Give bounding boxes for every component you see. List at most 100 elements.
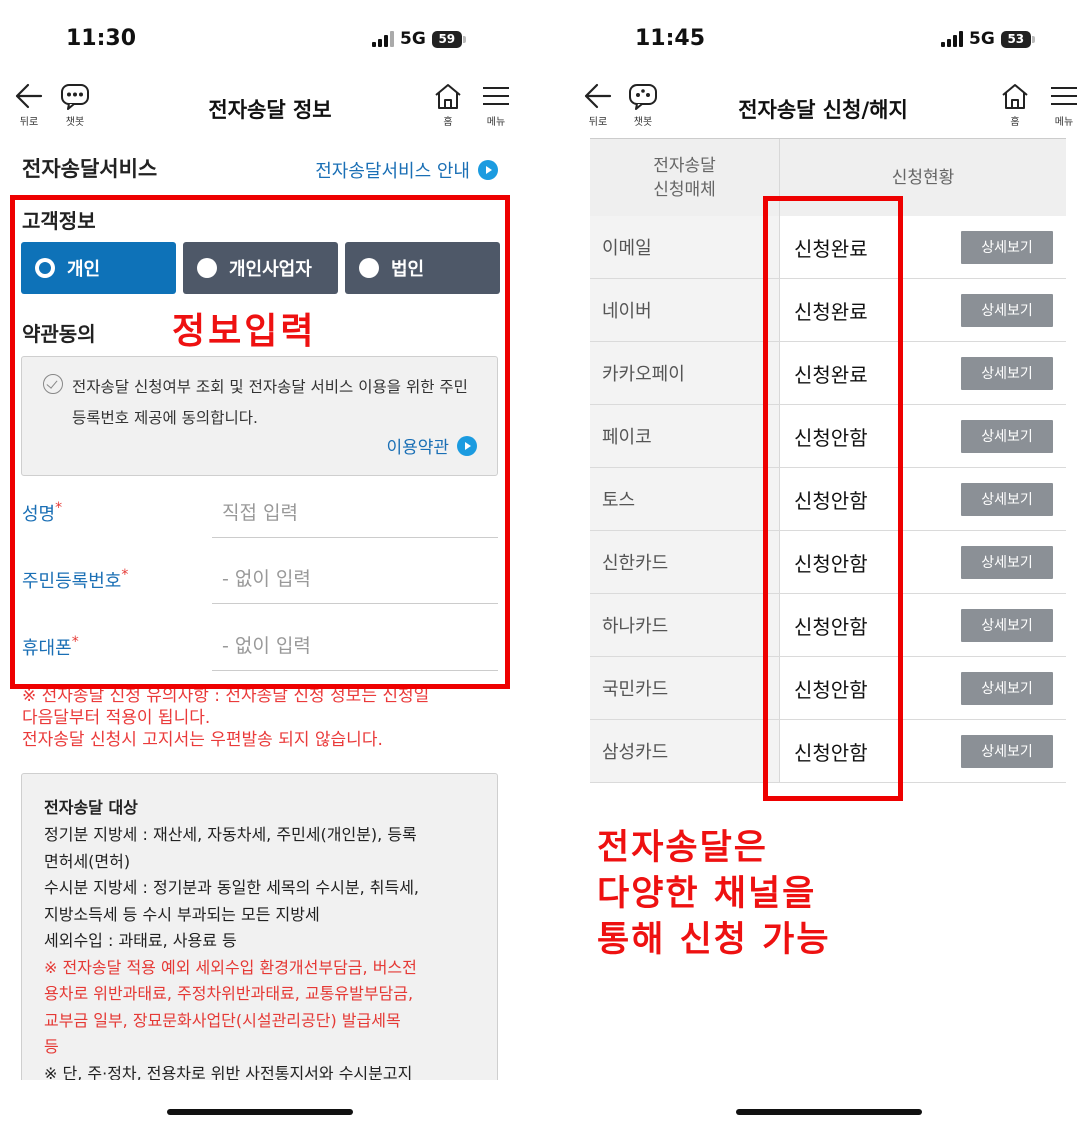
customer-type-sole-proprietor[interactable]: 개인사업자 (183, 242, 338, 294)
status-indicators: 5G 53 (941, 29, 1035, 49)
header-medium: 전자송달 신청매체 (590, 139, 780, 216)
customer-type-label: 법인 (391, 259, 425, 280)
check-circle-icon[interactable] (43, 374, 63, 394)
menu-button[interactable]: 메뉴 (481, 82, 511, 128)
detail-cell: 상세보기 (960, 216, 1066, 278)
battery-level: 53 (1007, 32, 1025, 46)
notice-line: 전자송달 신청시 고지서는 우편발송 되지 않습니다. (22, 730, 383, 750)
hamburger-menu-icon (1051, 87, 1077, 105)
chatbot-caption: 챗봇 (633, 117, 653, 128)
chatbot-icon (61, 84, 89, 110)
detail-cell: 상세보기 (960, 468, 1066, 530)
home-button[interactable]: 홈 (433, 82, 463, 128)
back-caption: 뒤로 (588, 117, 608, 128)
detail-button[interactable]: 상세보기 (961, 230, 1053, 264)
service-guide-link[interactable]: 전자송달서비스 안내 (315, 157, 498, 183)
channel-name: 네이버 (590, 279, 780, 341)
battery-icon: 59 (431, 30, 466, 48)
channel-status: 신청안함 (794, 425, 868, 450)
delivery-channel-table: 전자송달 신청매체 신청현황 이메일 신청완료 상세보기 네이버 신청완료 상세보기 카카오페… (590, 138, 1066, 783)
channel-status: 신청완료 (794, 236, 868, 261)
home-caption: 홈 (1010, 117, 1020, 128)
page-title: 전자송달 신청/해지 (738, 98, 908, 122)
radio-unselected-icon (359, 258, 379, 278)
channel-name: 신한카드 (590, 531, 780, 593)
home-indicator[interactable] (736, 1109, 922, 1115)
detail-cell: 상세보기 (960, 279, 1066, 341)
battery-icon: 53 (1000, 30, 1035, 48)
detail-button[interactable]: 상세보기 (961, 734, 1053, 768)
left-screen: 11:30 5G 59 뒤로 챗봇 전자송달 정보 홈 메뉴 전자송달서비스 전… (0, 0, 540, 1125)
application-notice: ※ 전자송달 신청 유의사항 : 전자송달 신청 정보는 신청일 다음달부터 적… (22, 685, 502, 751)
back-arrow-icon (584, 83, 612, 109)
terms-heading: 약관동의 (22, 322, 96, 346)
table-row: 네이버 신청완료 상세보기 (590, 279, 1066, 342)
detail-button[interactable]: 상세보기 (961, 419, 1053, 453)
channel-name: 국민카드 (590, 657, 780, 719)
table-row: 페이코 신청안함 상세보기 (590, 405, 1066, 468)
terms-text: 전자송달 신청여부 조회 및 전자송달 서비스 이용을 위한 주민등록번호 제공… (72, 378, 468, 427)
terms-of-use-label: 이용약관 (386, 438, 449, 458)
home-icon (1002, 84, 1028, 109)
status-time: 11:30 (66, 26, 137, 51)
header-medium-line: 전자송달 (653, 155, 716, 176)
radio-unselected-icon (197, 258, 217, 278)
home-indicator[interactable] (167, 1109, 353, 1115)
table-row: 이메일 신청완료 상세보기 (590, 216, 1066, 279)
home-icon (435, 84, 461, 109)
top-nav: 뒤로 챗봇 전자송달 신청/해지 홈 메뉴 (547, 82, 1087, 132)
menu-caption: 메뉴 (486, 117, 506, 128)
customer-type-corporation[interactable]: 법인 (345, 242, 500, 294)
target-line: 면허세(면허) (44, 851, 131, 871)
name-input[interactable]: 직접 입력 (212, 488, 498, 538)
detail-button[interactable]: 상세보기 (961, 608, 1053, 642)
home-caption: 홈 (443, 117, 453, 128)
notice-line: ※ 전자송달 신청 유의사항 : 전자송달 신청 정보는 신청일 (22, 686, 430, 706)
detail-button[interactable]: 상세보기 (961, 356, 1053, 390)
annotation-caption-line: 통해 신청 가능 (597, 920, 831, 960)
channel-name: 삼성카드 (590, 720, 780, 782)
detail-button[interactable]: 상세보기 (961, 671, 1053, 705)
radio-selected-icon (35, 258, 55, 278)
resident-number-input[interactable]: - 없이 입력 (212, 554, 498, 604)
right-screen: 11:45 5G 53 뒤로 챗봇 전자송달 신청/해지 홈 메뉴 전자송달 신청… (547, 0, 1087, 1125)
home-button[interactable]: 홈 (1000, 82, 1030, 128)
phone-input[interactable]: - 없이 입력 (212, 621, 498, 671)
detail-cell: 상세보기 (960, 594, 1066, 656)
detail-button[interactable]: 상세보기 (961, 545, 1053, 579)
back-button[interactable]: 뒤로 (14, 82, 44, 128)
top-nav: 뒤로 챗봇 전자송달 정보 홈 메뉴 (0, 82, 540, 132)
detail-button[interactable]: 상세보기 (961, 293, 1053, 327)
annotation-caption: 전자송달은 다양한 채널을 통해 신청 가능 (597, 825, 831, 963)
channel-status: 신청안함 (794, 614, 868, 639)
chatbot-icon (629, 84, 657, 110)
network-type: 5G (969, 29, 995, 49)
phone-label-text: 휴대폰 (22, 638, 72, 659)
hamburger-menu-icon (483, 87, 509, 105)
resident-number-label-text: 주민등록번호 (22, 571, 122, 592)
menu-button[interactable]: 메뉴 (1049, 82, 1079, 128)
customer-type-individual[interactable]: 개인 (21, 242, 176, 294)
chatbot-button[interactable]: 챗봇 (628, 82, 658, 128)
back-arrow-icon (15, 83, 43, 109)
header-status: 신청현황 (891, 167, 955, 188)
detail-cell: 상세보기 (960, 531, 1066, 593)
detail-button[interactable]: 상세보기 (961, 482, 1053, 516)
back-button[interactable]: 뒤로 (583, 82, 613, 128)
channel-status: 신청안함 (794, 677, 868, 702)
channel-status: 신청완료 (794, 299, 868, 324)
terms-of-use-link[interactable]: 이용약관 (386, 433, 477, 458)
target-line: 세외수입 : 과태료, 사용료 등 (44, 931, 237, 950)
chatbot-button[interactable]: 챗봇 (60, 82, 90, 128)
table-row: 삼성카드 신청안함 상세보기 (590, 720, 1066, 783)
table-row: 국민카드 신청안함 상세보기 (590, 657, 1066, 720)
phone-label: 휴대폰* (22, 634, 79, 660)
annotation-caption-line: 다양한 채널을 (597, 874, 817, 914)
table-row: 토스 신청안함 상세보기 (590, 468, 1066, 531)
table-header: 전자송달 신청매체 신청현황 (590, 138, 1066, 216)
annotation-label: 정보입력 (172, 311, 317, 352)
channel-status: 신청안함 (794, 551, 868, 576)
detail-cell: 상세보기 (960, 657, 1066, 719)
chatbot-caption: 챗봇 (65, 117, 85, 128)
detail-cell: 상세보기 (960, 342, 1066, 404)
